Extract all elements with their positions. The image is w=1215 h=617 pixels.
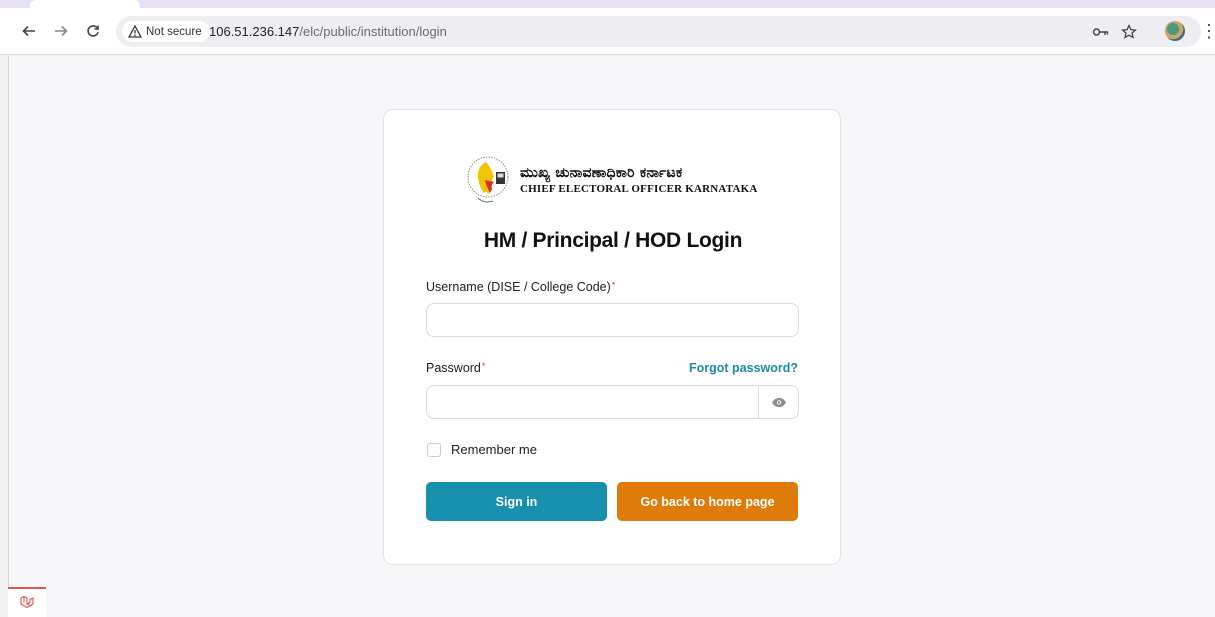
reload-button[interactable] <box>80 18 106 44</box>
more-vert-icon[interactable]: ⋮ <box>1200 21 1215 43</box>
password-label: Password* <box>426 361 485 375</box>
username-input[interactable] <box>426 303 799 337</box>
browser-toolbar: Not secure 106.51.236.147/elc/public/ins… <box>0 8 1215 55</box>
laravel-debug-badge[interactable] <box>8 587 46 617</box>
remember-me-checkbox[interactable] <box>427 443 441 457</box>
logo-english-text: CHIEF ELECTORAL OFFICER KARNATAKA <box>520 183 758 195</box>
login-card: ಮುಖ್ಯ ಚುನಾವಣಾಧಿಕಾರಿ ಕರ್ನಾಟಕ CHIEF ELECTO… <box>383 109 841 565</box>
ceo-karnataka-seal <box>467 156 509 203</box>
security-chip[interactable]: Not secure <box>122 21 210 42</box>
show-password-button[interactable] <box>758 386 798 418</box>
url-path: /elc/public/institution/login <box>299 24 447 39</box>
back-arrow-icon <box>22 25 35 37</box>
reload-icon <box>87 25 99 37</box>
required-marker: * <box>481 361 486 371</box>
profile-avatar[interactable] <box>1165 21 1185 41</box>
warning-icon <box>128 25 142 38</box>
forward-arrow-icon <box>55 25 68 37</box>
sign-in-button[interactable]: Sign in <box>426 482 607 521</box>
active-tab[interactable] <box>30 0 140 8</box>
username-label-text: Username (DISE / College Code) <box>426 280 611 294</box>
url-host: 106.51.236.147 <box>209 24 300 39</box>
home-page-button[interactable]: Go back to home page <box>617 482 798 521</box>
key-icon[interactable] <box>1091 22 1111 42</box>
password-input[interactable] <box>427 386 758 418</box>
forward-button[interactable] <box>48 18 74 44</box>
logo-text: ಮುಖ್ಯ ಚುನಾವಣಾಧಿಕಾರಿ ಕರ್ನಾಟಕ CHIEF ELECTO… <box>520 165 758 195</box>
eye-icon <box>771 397 786 407</box>
password-label-text: Password <box>426 361 481 375</box>
tab-strip <box>0 0 1215 8</box>
password-field <box>426 385 799 419</box>
forgot-password-link[interactable]: Forgot password? <box>689 361 798 375</box>
star-icon[interactable] <box>1119 22 1139 42</box>
security-label: Not secure <box>146 25 202 38</box>
logo-kannada-text: ಮುಖ್ಯ ಚುನಾವಣಾಧಿಕಾರಿ ಕರ್ನಾಟಕ <box>520 165 683 181</box>
page-content: ಮುಖ್ಯ ಚುನಾವಣಾಧಿಕಾರಿ ಕರ್ನಾಟಕ CHIEF ELECTO… <box>8 56 1215 617</box>
logo: ಮುಖ್ಯ ಚುನಾವಣಾಧಿಕಾರಿ ಕರ್ನಾಟಕ CHIEF ELECTO… <box>466 150 758 210</box>
back-button[interactable] <box>16 18 42 44</box>
username-label: Username (DISE / College Code)* <box>426 280 615 294</box>
page-title: HM / Principal / HOD Login <box>483 229 743 252</box>
required-marker: * <box>611 280 616 290</box>
remember-me-label: Remember me <box>451 442 537 457</box>
url-text[interactable]: 106.51.236.147/elc/public/institution/lo… <box>209 24 447 39</box>
address-bar[interactable]: Not secure 106.51.236.147/elc/public/ins… <box>116 16 1201 47</box>
laravel-icon <box>20 595 34 609</box>
